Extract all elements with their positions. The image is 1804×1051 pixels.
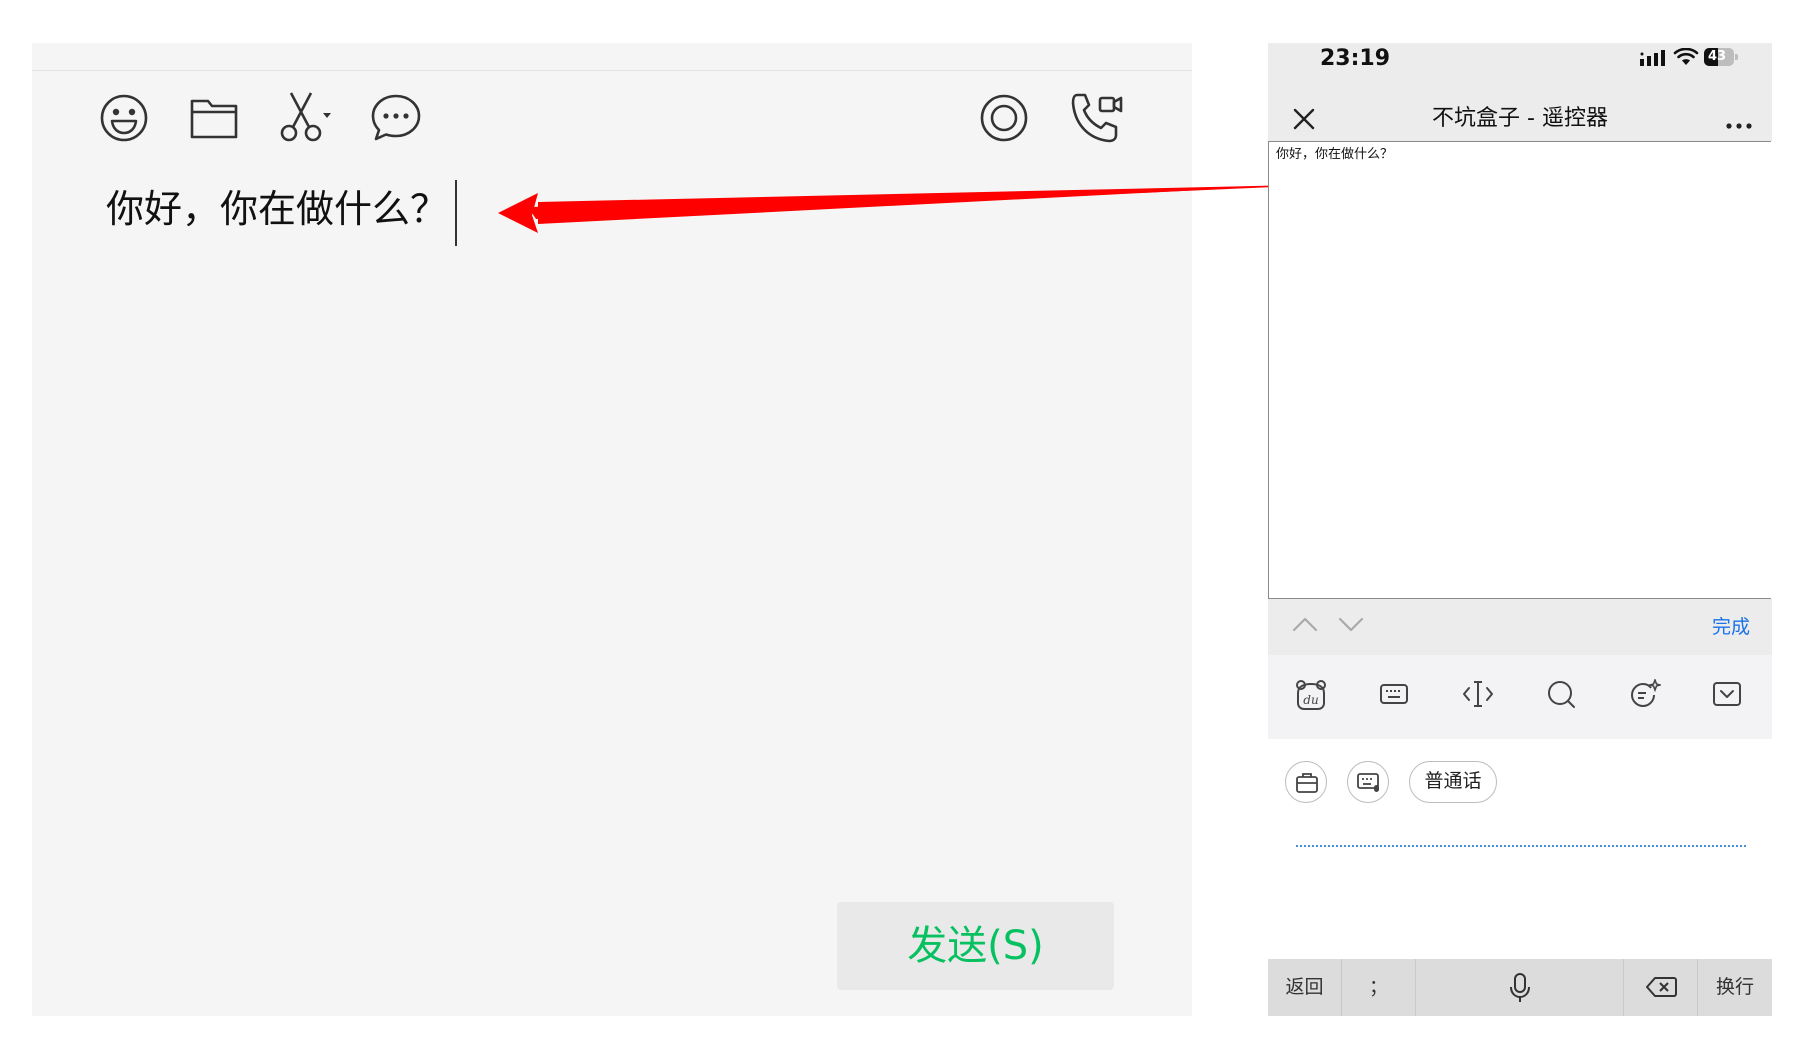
more-icon[interactable] <box>1726 115 1752 134</box>
chevron-down-icon[interactable] <box>1338 616 1364 636</box>
phone-remote-screen: 23:19 43 不坑盒子 - 遥控器 你好，你在做什么？ 完成 du 普通话 … <box>1268 43 1772 1016</box>
text-caret <box>455 180 457 246</box>
keyboard-icon[interactable] <box>1379 679 1409 713</box>
navigation-bar: 不坑盒子 - 遥控器 <box>1268 99 1772 141</box>
collapse-keyboard-icon[interactable] <box>1712 679 1742 713</box>
folder-icon[interactable] <box>189 95 239 141</box>
edit-sparkle-icon[interactable] <box>1629 677 1663 713</box>
briefcase-icon <box>1296 773 1318 793</box>
message-input-text[interactable]: 你好，你在做什么？ <box>106 184 448 234</box>
wifi-icon <box>1673 48 1699 65</box>
chevron-up-icon[interactable] <box>1292 616 1318 636</box>
remote-text: 你好，你在做什么？ <box>1276 147 1394 162</box>
voice-input-panel: 普通话 <box>1268 739 1772 959</box>
done-button[interactable]: 完成 <box>1712 599 1750 655</box>
backspace-icon <box>1646 977 1677 997</box>
keyboard-mic-icon <box>1357 773 1379 792</box>
battery-icon: 43 <box>1704 48 1738 66</box>
voice-key[interactable] <box>1416 959 1624 1016</box>
microphone-icon <box>1510 973 1530 1002</box>
remote-text-area[interactable]: 你好，你在做什么？ <box>1268 141 1771 599</box>
video-call-icon[interactable] <box>1069 91 1125 145</box>
battery-level: 43 <box>1708 49 1727 64</box>
toolbox-button[interactable] <box>1285 761 1327 803</box>
live-circle-icon[interactable] <box>979 93 1029 143</box>
top-divider <box>32 70 1192 71</box>
desktop-chat-input-pane: 你好，你在做什么？ 发送(S) <box>32 43 1192 1016</box>
backspace-key[interactable] <box>1624 959 1698 1016</box>
keyboard-toolbar: du <box>1268 655 1772 739</box>
page-title: 不坑盒子 - 遥控器 <box>1432 106 1608 131</box>
keyboard-bottom-row: 返回 ； 换行 <box>1268 959 1772 1016</box>
signal-icon <box>1640 50 1665 66</box>
cursor-move-icon[interactable] <box>1462 679 1494 713</box>
keyboard-accessory-bar: 完成 <box>1268 599 1772 655</box>
svg-text:du: du <box>1303 693 1318 707</box>
du-logo-icon[interactable]: du <box>1294 679 1328 715</box>
voice-keyboard-button[interactable] <box>1347 761 1389 803</box>
send-button[interactable]: 发送(S) <box>837 902 1114 990</box>
scissors-icon[interactable] <box>279 91 335 143</box>
emoji-icon[interactable] <box>99 93 149 143</box>
mandarin-mode-button[interactable]: 普通话 <box>1409 761 1497 803</box>
voice-waveform-line <box>1296 845 1746 847</box>
chat-bubble-icon[interactable] <box>370 93 422 143</box>
search-icon[interactable] <box>1546 679 1576 713</box>
back-key[interactable]: 返回 <box>1268 959 1342 1016</box>
status-time: 23:19 <box>1320 46 1391 71</box>
status-bar: 23:19 43 <box>1268 43 1772 99</box>
punctuation-key[interactable]: ； <box>1342 959 1416 1016</box>
newline-key[interactable]: 换行 <box>1698 959 1772 1016</box>
